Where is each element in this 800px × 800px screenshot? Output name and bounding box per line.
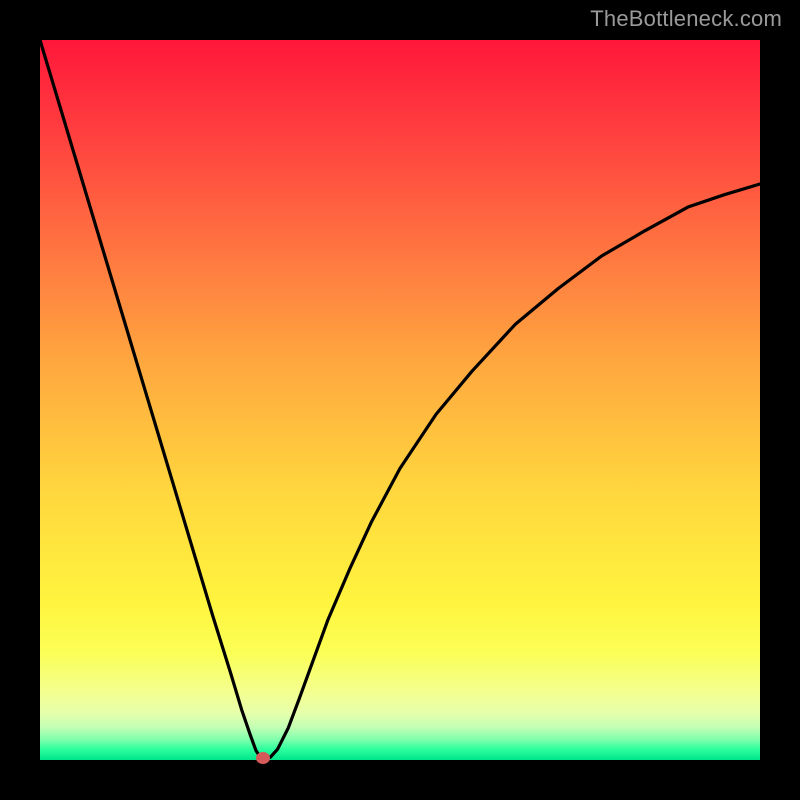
minimum-marker xyxy=(256,752,270,764)
curve-layer xyxy=(40,40,760,760)
plot-area xyxy=(40,40,760,760)
bottleneck-curve xyxy=(40,40,760,758)
watermark-text: TheBottleneck.com xyxy=(590,6,782,32)
chart-frame: TheBottleneck.com xyxy=(0,0,800,800)
